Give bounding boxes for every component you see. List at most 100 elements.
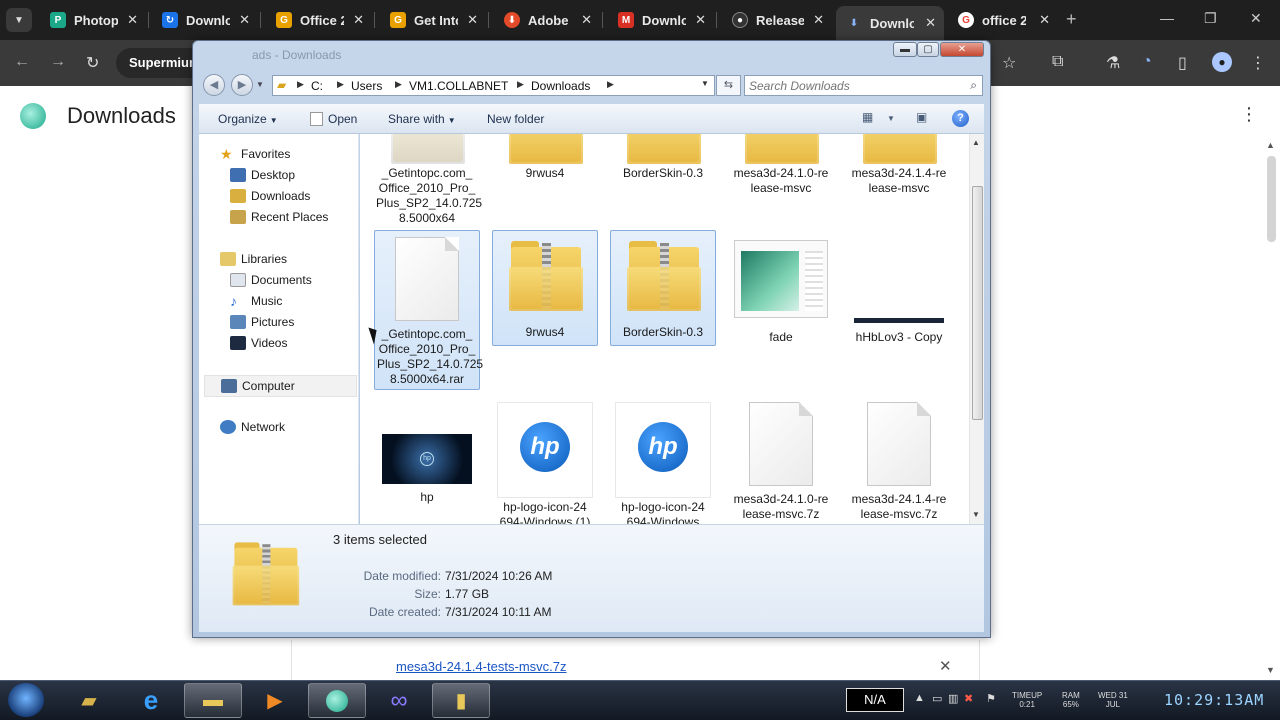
breadcrumb-arrow-icon[interactable]: ▶ [607,79,614,90]
tab-download-2[interactable]: M Downlo ✕ [608,6,714,34]
tab-close-icon[interactable]: ✕ [467,12,478,28]
nav-recent-places[interactable]: Recent Places [230,210,328,224]
tab-photopea[interactable]: P Photop ✕ [40,6,146,34]
restore-icon[interactable]: ❐ [1204,10,1217,27]
file-item[interactable]: 9rwus4 [492,134,598,181]
taskbar-app-infinity-icon[interactable]: ∞ [370,683,428,718]
breadcrumb-arrow-icon[interactable]: ▶ [395,79,402,90]
nav-videos[interactable]: Videos [230,336,287,350]
bookmark-star-icon[interactable]: ☆ [1002,53,1016,73]
taskbar-app-zip-icon[interactable]: ▮ [432,683,490,718]
nav-downloads[interactable]: Downloads [230,189,310,203]
scroll-up-arrow-icon[interactable]: ▲ [1266,140,1275,150]
tab-office-2[interactable]: G Office 2 ✕ [266,6,372,34]
tab-releases[interactable]: ● Release ✕ [722,6,832,34]
breadcrumb-arrow-icon[interactable]: ▶ [517,79,524,90]
nav-desktop[interactable]: Desktop [230,168,295,182]
file-list-scroll-thumb[interactable] [972,186,983,420]
tray-na-box[interactable]: N/A [846,688,904,712]
taskbar-app-browser-icon[interactable] [308,683,366,718]
tab-close-icon[interactable]: ✕ [1039,12,1050,28]
back-arrow-icon[interactable]: ← [14,53,30,71]
tab-close-icon[interactable]: ✕ [695,12,706,28]
search-box[interactable]: ⌕ [744,75,983,96]
file-item[interactable]: hp hp-logo-icon-24 694-Windows [610,396,716,524]
tab-get-into[interactable]: G Get Into ✕ [380,6,486,34]
breadcrumb-users[interactable]: Users [351,79,382,93]
close-window-icon[interactable]: ✕ [1250,10,1262,27]
tab-download-1[interactable]: ↻ Downlo ✕ [152,6,258,34]
scroll-down-arrow-icon[interactable]: ▼ [972,510,980,519]
file-item[interactable]: _Getintopc.com_ Office_2010_Pro_ Plus_SP… [374,134,482,226]
breadcrumb-downloads[interactable]: Downloads [531,79,590,93]
explorer-close-icon[interactable]: ✕ [940,42,984,57]
help-icon[interactable]: ? [952,110,969,127]
download-progress-icon[interactable]: ◔ [1142,53,1152,71]
tray-device-icon[interactable]: ▭ [932,692,942,705]
open-button[interactable]: Open [310,112,357,126]
download-item-link[interactable]: mesa3d-24.1.4-tests-msvc.7z [396,659,567,674]
tab-office-search[interactable]: G office 2 ✕ [948,6,1058,34]
taskbar-app-archive-icon[interactable]: ▰ [60,683,118,718]
tray-expand-icon[interactable]: ▲ [914,692,925,704]
tray-clock[interactable]: 10:29:13AM [1164,691,1264,709]
search-icon[interactable]: ⌕ [970,78,977,93]
new-folder-button[interactable]: New folder [487,112,544,126]
breadcrumb-arrow-icon[interactable]: ▶ [297,79,304,90]
browser-menu-kebab-icon[interactable]: ⋮ [1250,53,1266,73]
file-item-selected[interactable]: _Getintopc.com_ Office_2010_Pro_ Plus_SP… [374,230,483,390]
tray-flag-icon[interactable]: ⚑ [986,692,996,705]
downloads-menu-kebab-icon[interactable]: ⋮ [1240,104,1258,125]
nav-music[interactable]: ♪ Music [230,294,282,308]
file-item[interactable]: hHbLov3 - Copy [846,230,952,345]
page-scroll-thumb[interactable] [1267,156,1276,242]
explorer-minimize-icon[interactable]: ▬ [893,42,917,57]
tab-close-icon[interactable]: ✕ [127,12,138,28]
nav-pictures[interactable]: Pictures [230,315,294,329]
address-bar[interactable]: ▰ ▶ C: ▶ Users ▶ VM1.COLLABNET ▶ Downloa… [272,75,715,96]
download-remove-icon[interactable]: ✕ [939,657,952,675]
tray-network-icon[interactable]: ▥ [948,692,958,705]
taskbar-app-ie-icon[interactable]: e [122,683,180,718]
tab-downloads-active[interactable]: ⬇ Downlo ✕ [836,6,944,40]
file-item[interactable]: mesa3d-24.1.0-re lease-msvc.7z [728,396,834,522]
nav-network[interactable]: Network [220,420,285,434]
tab-close-icon[interactable]: ✕ [239,12,250,28]
nav-documents[interactable]: Documents [230,273,312,287]
preview-pane-icon[interactable]: ▣ [916,110,927,124]
tab-search-chevron-icon[interactable]: ▼ [6,8,32,32]
change-view-icon[interactable]: ▦ [862,110,873,124]
view-dropdown-icon[interactable]: ▼ [887,114,895,123]
file-item[interactable]: BorderSkin-0.3 [610,134,716,181]
forward-arrow-icon[interactable]: → [50,53,66,71]
extensions-puzzle-icon[interactable]: ⧉ [1052,53,1063,71]
file-item[interactable]: hp hp-logo-icon-24 694-Windows (1) [492,396,598,524]
nav-favorites[interactable]: ★ Favorites [220,147,290,161]
tab-close-icon[interactable]: ✕ [353,12,364,28]
address-refresh-icon[interactable]: ⇆ [716,75,741,96]
address-dropdown-icon[interactable]: ▼ [701,79,709,88]
search-input[interactable] [745,76,955,95]
reload-icon[interactable]: ↻ [86,53,99,73]
file-item[interactable]: mesa3d-24.1.4-re lease-msvc.7z [846,396,952,522]
tab-adobe[interactable]: ⬇ Adobe ✕ [494,6,600,34]
file-item[interactable]: hp hp [374,396,480,505]
tab-close-icon[interactable]: ✕ [581,12,592,28]
breadcrumb-c[interactable]: C: [311,79,323,93]
explorer-forward-icon[interactable]: ▶ [231,74,253,96]
side-panel-icon[interactable]: ▯ [1178,53,1187,73]
tab-close-icon[interactable]: ✕ [925,15,936,31]
new-tab-plus-icon[interactable]: + [1066,9,1077,30]
file-item[interactable]: mesa3d-24.1.4-re lease-msvc [846,134,952,196]
breadcrumb-user-account[interactable]: VM1.COLLABNET [409,79,508,93]
file-item[interactable]: mesa3d-24.1.0-re lease-msvc [728,134,834,196]
profile-avatar-icon[interactable]: ● [1212,52,1232,72]
taskbar-app-media-icon[interactable]: ▶ [246,683,304,718]
start-orb-icon[interactable] [8,683,44,717]
breadcrumb-arrow-icon[interactable]: ▶ [337,79,344,90]
nav-computer[interactable]: Computer [204,375,357,397]
file-list-scrollbar[interactable]: ▲ ▼ [969,134,984,524]
share-with-button[interactable]: Share with ▼ [388,112,456,126]
file-item-selected[interactable]: BorderSkin-0.3 [610,230,716,346]
omnibox[interactable]: Supermium [116,48,201,78]
